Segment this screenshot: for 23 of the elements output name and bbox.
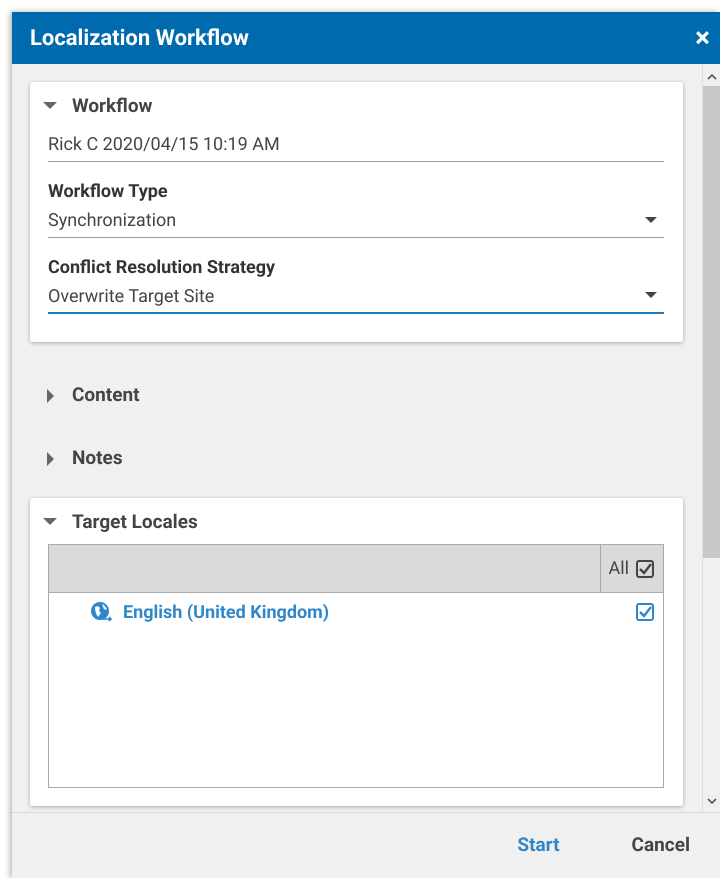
checked-checkbox[interactable] [635, 558, 655, 578]
window-title: Localization Workflow [30, 24, 249, 52]
column-label: All [608, 557, 629, 581]
globe-icon [89, 600, 113, 624]
input-field[interactable]: Rick C 2020/04/15 10:19 AM [48, 132, 664, 162]
scroll-up-icon[interactable] [706, 72, 718, 82]
dropdown-arrow-icon[interactable] [644, 290, 658, 300]
locale-link[interactable]: English (United Kingdom) [123, 598, 635, 626]
section-title[interactable]: Target Locales [72, 508, 198, 536]
scroll-down-icon[interactable] [706, 796, 718, 806]
field-label: Conflict Resolution Strategy [48, 256, 276, 280]
scrollbar[interactable] [702, 64, 720, 812]
dropdown-field[interactable]: Overwrite Target Site [48, 284, 664, 314]
checked-checkbox[interactable] [635, 602, 655, 622]
section-title[interactable]: Workflow [72, 92, 152, 120]
dropdown-arrow-icon[interactable] [644, 214, 658, 224]
scrollbar-thumb[interactable] [702, 86, 720, 558]
section-title[interactable]: Content [72, 381, 140, 410]
close-button[interactable]: × [695, 24, 710, 52]
dropdown-field[interactable]: Synchronization [48, 208, 664, 238]
field-label: Workflow Type [48, 180, 169, 204]
cancel-button[interactable]: Cancel [632, 831, 690, 860]
section-title[interactable]: Notes [72, 444, 123, 473]
